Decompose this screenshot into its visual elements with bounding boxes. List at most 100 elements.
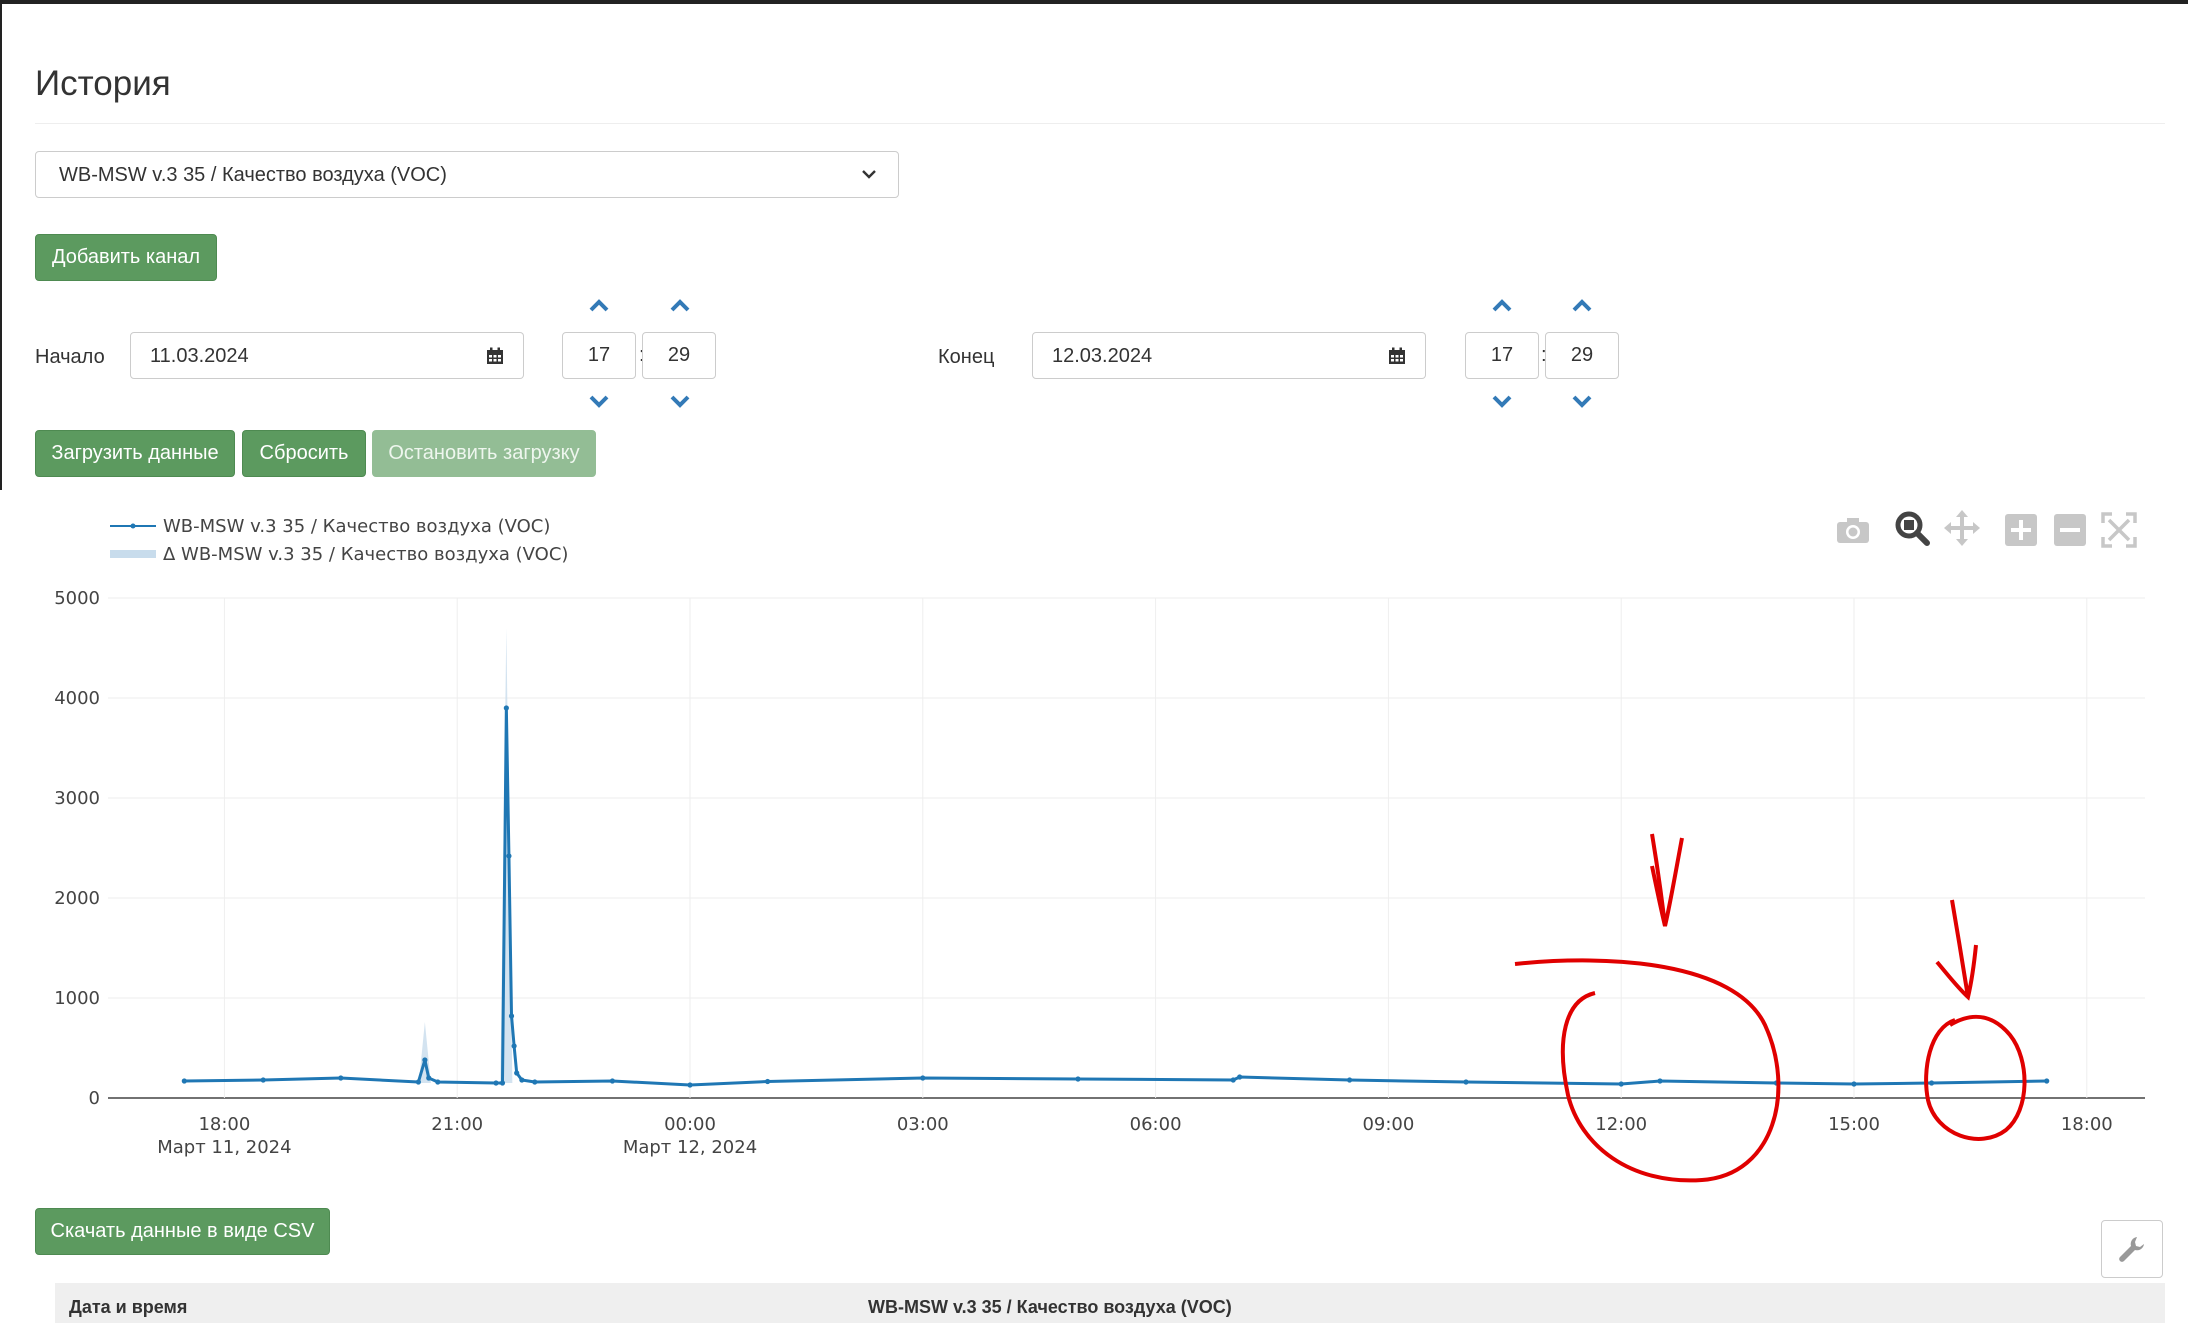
- x-tick-date-label: Март 11, 2024: [157, 1137, 291, 1158]
- start-minute-down-icon[interactable]: [667, 392, 693, 412]
- start-hour-input[interactable]: 17: [562, 332, 636, 379]
- data-table-header: Дата и время WB-MSW v.3 35 / Качество во…: [55, 1283, 2165, 1323]
- annotation-arrow-left: [1650, 833, 1684, 927]
- x-tick-label: 06:00: [1130, 1114, 1182, 1135]
- x-tick-label: 03:00: [897, 1114, 949, 1135]
- series-point: [503, 705, 509, 711]
- end-label: Конец: [938, 346, 995, 368]
- end-date-value: 12.03.2024: [1052, 345, 1153, 367]
- end-minute-up-icon[interactable]: [1569, 295, 1595, 315]
- start-calendar-button[interactable]: [467, 332, 524, 379]
- legend-marker-swatch: [130, 523, 136, 529]
- end-minute-input[interactable]: 29: [1545, 332, 1619, 379]
- series-point: [435, 1079, 441, 1085]
- series-point: [506, 853, 512, 859]
- download-csv-button[interactable]: Скачать данные в виде CSV: [35, 1208, 330, 1255]
- series-point: [1463, 1079, 1469, 1085]
- window-top-border: [0, 0, 2188, 4]
- series-point: [493, 1080, 499, 1086]
- page-title: История: [35, 64, 171, 103]
- series-point: [532, 1079, 538, 1085]
- autoscale-icon[interactable]: [2099, 510, 2139, 550]
- end-calendar-button[interactable]: [1369, 332, 1426, 379]
- title-divider: [35, 123, 2165, 124]
- x-tick-date-label: Март 12, 2024: [623, 1137, 757, 1158]
- reset-button[interactable]: Сбросить: [242, 430, 366, 477]
- y-tick-label: 4000: [54, 688, 100, 709]
- series-point: [519, 1077, 525, 1083]
- series-point: [426, 1075, 432, 1081]
- series-point: [1851, 1081, 1857, 1087]
- start-minute-input[interactable]: 29: [642, 332, 716, 379]
- settings-tool-button[interactable]: [2101, 1220, 2163, 1278]
- y-tick-label: 5000: [54, 588, 100, 609]
- start-hour-down-icon[interactable]: [586, 392, 612, 412]
- channel-select[interactable]: WB-MSW v.3 35 / Качество воздуха (VOC): [35, 151, 899, 198]
- series-point: [1237, 1074, 1243, 1080]
- stop-loading-button[interactable]: Остановить загрузку: [372, 430, 596, 477]
- start-hour-up-icon[interactable]: [586, 295, 612, 315]
- wrench-icon: [2119, 1237, 2144, 1262]
- series-point: [508, 1013, 515, 1019]
- zoom-in-icon[interactable]: [2001, 510, 2041, 550]
- x-tick-label: 00:00: [664, 1114, 716, 1135]
- start-date-value: 11.03.2024: [150, 345, 249, 367]
- chart-grid: [108, 597, 2145, 1099]
- series-point: [511, 1043, 517, 1049]
- channel-select-value: WB-MSW v.3 35 / Качество воздуха (VOC): [59, 164, 447, 186]
- series-point: [1657, 1078, 1663, 1084]
- end-hour-up-icon[interactable]: [1489, 295, 1515, 315]
- series-point: [1618, 1081, 1624, 1087]
- add-channel-button[interactable]: Добавить канал: [35, 234, 217, 281]
- series-point: [514, 1070, 520, 1076]
- x-tick-label: 18:00: [198, 1114, 250, 1135]
- series-point: [920, 1075, 926, 1081]
- end-hour-input[interactable]: 17: [1465, 332, 1539, 379]
- legend-item-series[interactable]: WB-MSW v.3 35 / Качество воздуха (VOC): [163, 516, 550, 537]
- annotation-circle-left: [1514, 958, 1781, 1183]
- start-minute-up-icon[interactable]: [667, 295, 693, 315]
- calendar-icon: [487, 347, 503, 364]
- chart-delta-band: [418, 628, 513, 1083]
- pan-icon[interactable]: [1942, 508, 1982, 548]
- series-point: [1347, 1077, 1353, 1083]
- legend-swatches: [110, 523, 156, 558]
- series-point: [1230, 1077, 1236, 1083]
- chart-axes: 01000200030004000500018:00Март 11, 20242…: [54, 588, 2113, 1158]
- y-tick-label: 0: [89, 1088, 100, 1109]
- series-point: [2044, 1078, 2050, 1084]
- voc-chart[interactable]: 01000200030004000500018:00Март 11, 20242…: [0, 570, 2188, 1190]
- series-point: [765, 1078, 771, 1085]
- series-point: [181, 1078, 187, 1084]
- end-date-input[interactable]: 12.03.2024: [1032, 332, 1370, 379]
- x-tick-label: 21:00: [431, 1114, 483, 1135]
- series-point: [1929, 1080, 1935, 1086]
- series-point: [499, 1080, 506, 1086]
- end-hour-down-icon[interactable]: [1489, 392, 1515, 412]
- window-left-border: [0, 4, 2, 490]
- legend-item-delta[interactable]: Δ WB-MSW v.3 35 / Качество воздуха (VOC): [163, 544, 568, 565]
- series-point: [338, 1075, 344, 1081]
- chevron-down-icon: [862, 170, 876, 179]
- x-tick-label: 12:00: [1595, 1114, 1647, 1135]
- zoom-out-icon[interactable]: [2050, 510, 2090, 550]
- x-tick-label: 09:00: [1362, 1114, 1414, 1135]
- zoom-icon[interactable]: [1892, 508, 1932, 548]
- series-point: [260, 1077, 266, 1083]
- calendar-icon: [1389, 347, 1405, 364]
- end-minute-down-icon[interactable]: [1569, 392, 1595, 412]
- x-tick-label: 15:00: [1828, 1114, 1880, 1135]
- legend-band-swatch: [110, 550, 156, 558]
- series-point: [1075, 1076, 1081, 1082]
- load-data-button[interactable]: Загрузить данные: [35, 430, 235, 477]
- series-point: [422, 1057, 428, 1063]
- start-date-input[interactable]: 11.03.2024: [130, 332, 468, 379]
- series-point: [415, 1079, 421, 1085]
- start-label: Начало: [35, 346, 105, 368]
- camera-icon[interactable]: [1833, 510, 1873, 550]
- y-tick-label: 3000: [54, 788, 100, 809]
- series-point: [687, 1082, 693, 1088]
- series-point: [609, 1078, 616, 1084]
- x-tick-label: 18:00: [2061, 1114, 2113, 1135]
- annotation-circle-right: [1924, 1014, 2027, 1141]
